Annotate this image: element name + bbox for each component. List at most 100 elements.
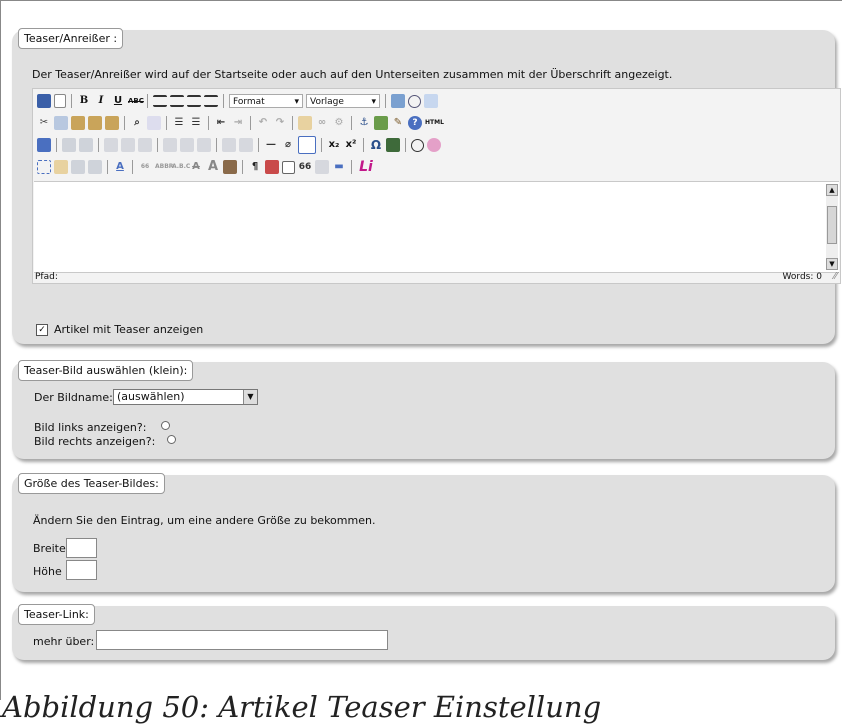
pilcrow-icon[interactable]: ¶: [248, 160, 262, 174]
italic-icon[interactable]: I: [94, 94, 108, 108]
help-icon[interactable]: ?: [408, 116, 422, 130]
print-icon[interactable]: [315, 160, 329, 174]
editor-toolbar-row-2: ✂ ⌕ ☰ ☰ ⇤ ⇥ ↶ ↷ ∞ ⚙ ⚓ ✎ ? HTML: [37, 114, 444, 132]
redo-icon[interactable]: ↷: [273, 116, 287, 130]
rich-text-editor: B I U ABC Format ▾ Vorlage ▾ ✂ ⌕ ☰ ☰ ⇤ ⇥…: [32, 88, 841, 284]
split-cells-icon[interactable]: [222, 138, 236, 152]
save-icon[interactable]: [37, 94, 51, 108]
delete-col-icon[interactable]: [197, 138, 211, 152]
select-all-icon[interactable]: [37, 160, 51, 174]
teaser-description: Der Teaser/Anreißer wird auf der Startse…: [32, 68, 673, 81]
insert-col-before-icon[interactable]: [163, 138, 177, 152]
media-icon[interactable]: [386, 138, 400, 152]
style-props-icon[interactable]: A: [113, 160, 127, 174]
insert-time-icon[interactable]: [408, 94, 421, 108]
image-right-radio[interactable]: [167, 435, 176, 444]
new-document-icon[interactable]: [54, 94, 66, 108]
editor-toolbar-row-1: B I U ABC Format ▾ Vorlage ▾: [37, 92, 438, 110]
abbr-icon[interactable]: ABBR: [155, 160, 173, 174]
vertical-scrollbar[interactable]: ▲ ▼: [826, 184, 838, 270]
chevron-down-icon: ▾: [371, 97, 376, 107]
outdent-icon[interactable]: ⇤: [214, 116, 228, 130]
image-size-panel-legend: Größe des Teaser-Bildes:: [18, 473, 165, 494]
copy-icon[interactable]: [54, 116, 68, 130]
image-left-radio[interactable]: [161, 421, 170, 430]
align-right-icon[interactable]: [187, 95, 201, 107]
attributes-icon[interactable]: [223, 160, 237, 174]
format-select[interactable]: Format ▾: [229, 94, 303, 108]
insert-row-before-icon[interactable]: [104, 138, 118, 152]
indent-icon[interactable]: ⇥: [231, 116, 245, 130]
editor-text-area[interactable]: ▲ ▼: [34, 181, 839, 273]
scroll-down-arrow-icon[interactable]: ▼: [826, 258, 838, 270]
ins-icon[interactable]: A: [206, 160, 220, 174]
html-source-icon[interactable]: HTML: [425, 116, 444, 130]
acronym-icon[interactable]: A.B.C: [172, 160, 190, 174]
width-input[interactable]: [66, 538, 97, 558]
cleanup-icon[interactable]: ✎: [391, 116, 405, 130]
nonbreaking-icon[interactable]: ▬: [332, 160, 346, 174]
table-row-props-icon[interactable]: [62, 138, 76, 152]
link-disabled-icon[interactable]: ⚙: [332, 116, 346, 130]
more-about-input[interactable]: [96, 630, 388, 650]
insert-date-icon[interactable]: [391, 94, 405, 108]
remove-format-icon[interactable]: ⌀: [281, 138, 295, 152]
align-center-icon[interactable]: [170, 95, 184, 107]
insert-link-icon[interactable]: [298, 116, 312, 130]
layer-icon[interactable]: [54, 160, 68, 174]
cut-icon[interactable]: ✂: [37, 116, 51, 130]
insert-row-after-icon[interactable]: [121, 138, 135, 152]
paste-word-icon[interactable]: [105, 116, 119, 130]
insert-image-icon[interactable]: [374, 116, 388, 130]
insert-col-after-icon[interactable]: [180, 138, 194, 152]
paste-text-icon[interactable]: [88, 116, 102, 130]
height-input[interactable]: [66, 560, 97, 580]
underline-icon[interactable]: U: [111, 94, 125, 108]
emotions-icon[interactable]: [427, 138, 441, 152]
bullet-list-icon[interactable]: ☰: [172, 116, 186, 130]
superscript-icon[interactable]: x²: [344, 138, 358, 152]
template-icon[interactable]: [265, 160, 279, 174]
show-teaser-checkbox[interactable]: ✓: [36, 324, 48, 336]
table-cell-props-icon[interactable]: [79, 138, 93, 152]
merge-cells-icon[interactable]: [239, 138, 253, 152]
edit-icon[interactable]: [37, 138, 51, 152]
strikethrough-icon[interactable]: ABC: [128, 94, 144, 108]
unlink-icon[interactable]: ∞: [315, 116, 329, 130]
numbered-list-icon[interactable]: ☰: [189, 116, 203, 130]
visual-aid-icon[interactable]: [298, 136, 316, 154]
scroll-up-arrow-icon[interactable]: ▲: [826, 184, 838, 196]
preview-icon[interactable]: [424, 94, 438, 108]
disabled-icon[interactable]: [411, 138, 424, 152]
undo-icon[interactable]: ↶: [256, 116, 270, 130]
replace-icon[interactable]: [147, 116, 161, 130]
toolbar-separator: [385, 94, 386, 108]
spellcheck-logo-icon[interactable]: Li: [357, 160, 375, 174]
resize-grip-icon[interactable]: ⁄⁄: [834, 271, 837, 282]
chevron-down-icon[interactable]: ▼: [243, 390, 257, 404]
style-select[interactable]: Vorlage ▾: [306, 94, 380, 108]
teaser-image-panel: Teaser-Bild auswählen (klein): Der Bildn…: [12, 360, 835, 459]
page-break-icon[interactable]: [282, 160, 295, 174]
delete-row-icon[interactable]: [138, 138, 152, 152]
anchor-icon[interactable]: ⚓: [357, 116, 371, 130]
align-justify-icon[interactable]: [204, 95, 218, 107]
toolbar-separator: [351, 116, 352, 130]
subscript-icon[interactable]: x₂: [327, 138, 341, 152]
del-icon[interactable]: A: [189, 160, 203, 174]
scroll-thumb[interactable]: [827, 206, 837, 244]
find-icon[interactable]: ⌕: [130, 116, 144, 130]
format-select-label: Format: [233, 97, 265, 107]
layer-forward-icon[interactable]: [71, 160, 85, 174]
blockquote-icon[interactable]: 66: [298, 160, 312, 174]
special-character-icon[interactable]: Ω: [369, 138, 383, 152]
toolbar-separator: [147, 94, 148, 108]
toolbar-separator: [132, 160, 133, 174]
cite-icon[interactable]: 66: [138, 160, 152, 174]
paste-icon[interactable]: [71, 116, 85, 130]
image-select[interactable]: (auswählen) ▼: [113, 389, 258, 405]
bold-icon[interactable]: B: [77, 94, 91, 108]
align-left-icon[interactable]: [153, 95, 167, 107]
layer-back-icon[interactable]: [88, 160, 102, 174]
horizontal-rule-icon[interactable]: —: [264, 138, 278, 152]
